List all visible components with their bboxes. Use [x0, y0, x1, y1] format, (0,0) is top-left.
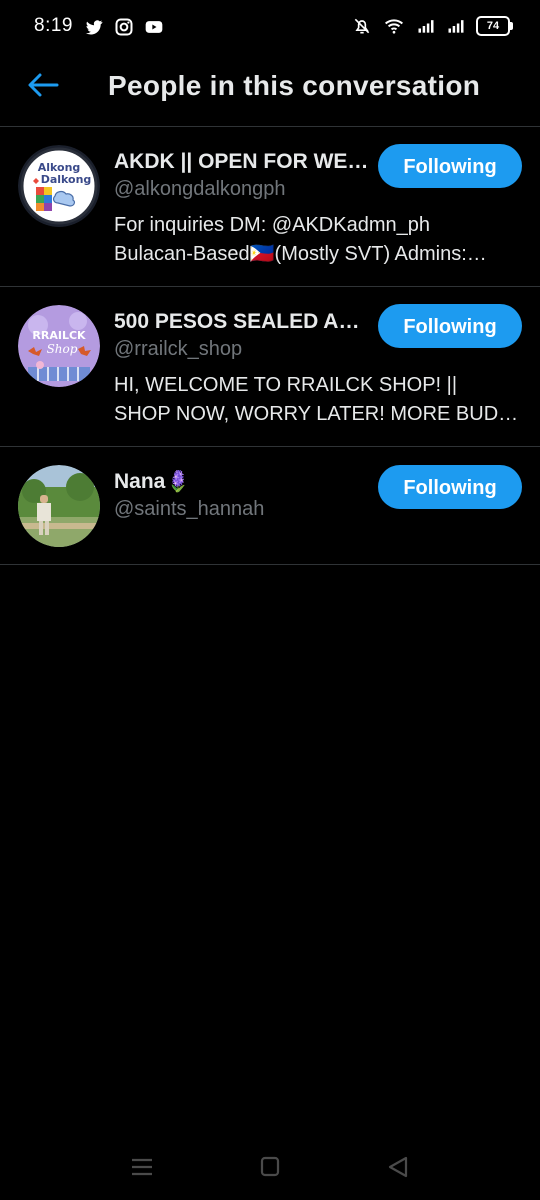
following-button[interactable]: Following — [378, 144, 522, 188]
following-button[interactable]: Following — [378, 304, 522, 348]
status-bar: 8:19 74 — [0, 0, 540, 56]
user-handle[interactable]: @saints_hannah — [114, 498, 264, 521]
svg-text:Dalkong: Dalkong — [41, 173, 92, 186]
people-list: Alkong Dalkong AKDK || OPEN FOR WEV… @al… — [0, 127, 540, 565]
following-button[interactable]: Following — [378, 465, 522, 509]
home-square-icon[interactable] — [255, 1154, 285, 1180]
avatar[interactable] — [18, 465, 100, 547]
twitter-icon — [85, 20, 103, 35]
menu-icon[interactable] — [127, 1154, 157, 1180]
bio-line: SHOP NOW, WORRY LATER! MORE BUD… — [114, 403, 519, 425]
battery-level: 74 — [486, 20, 500, 32]
svg-text:RRAILCK: RRAILCK — [32, 329, 86, 342]
user-bio: HI, WELCOME TO RRAILCK SHOP! || SHOP NOW… — [114, 371, 524, 429]
page-header: People in this conversation — [0, 56, 540, 127]
system-icons: 74 — [352, 16, 513, 36]
bio-line: For inquiries DM: @AKDKadmn_ph — [114, 214, 430, 236]
list-item[interactable]: Alkong Dalkong AKDK || OPEN FOR WEV… @al… — [0, 127, 540, 287]
user-handle[interactable]: @alkongdalkongph — [114, 178, 286, 201]
avatar-image: Alkong Dalkong — [18, 145, 100, 227]
user-bio: For inquiries DM: @AKDKadmn_ph Bulacan-B… — [114, 211, 524, 269]
avatar[interactable]: RRAILCK Shop — [18, 305, 100, 387]
avatar[interactable]: Alkong Dalkong — [18, 145, 100, 227]
user-handle[interactable]: @rrailck_shop — [114, 338, 242, 361]
mute-bell-icon — [354, 18, 370, 34]
status-time: 8:19 — [34, 15, 73, 36]
avatar-image: RRAILCK Shop — [18, 305, 100, 387]
list-item[interactable]: RRAILCK Shop 500 PESOS SEALED AN… @rrail… — [0, 287, 540, 447]
user-name[interactable]: Nana🪻 — [114, 470, 370, 494]
user-name[interactable]: AKDK || OPEN FOR WEV… — [114, 150, 370, 174]
arrow-left-icon[interactable] — [26, 70, 60, 100]
user-name[interactable]: 500 PESOS SEALED AN… — [114, 310, 370, 334]
wifi-icon — [385, 19, 403, 34]
avatar-image — [18, 465, 100, 547]
page-title: People in this conversation — [108, 70, 481, 101]
notification-icons — [84, 17, 164, 37]
list-item[interactable]: Nana🪻 @saints_hannah Following — [0, 447, 540, 565]
battery-icon: 74 — [476, 16, 513, 36]
instagram-icon — [115, 18, 133, 36]
svg-text:Shop: Shop — [47, 342, 78, 356]
bio-line: Bulacan-Based🇵🇭(Mostly SVT) Admins:… — [114, 243, 487, 265]
back-triangle-icon[interactable] — [384, 1154, 414, 1180]
system-nav-bar — [0, 1134, 540, 1200]
youtube-icon — [145, 21, 163, 33]
signal-icon — [418, 20, 434, 33]
bio-line: HI, WELCOME TO RRAILCK SHOP! || — [114, 374, 458, 396]
signal-icon — [448, 20, 464, 33]
